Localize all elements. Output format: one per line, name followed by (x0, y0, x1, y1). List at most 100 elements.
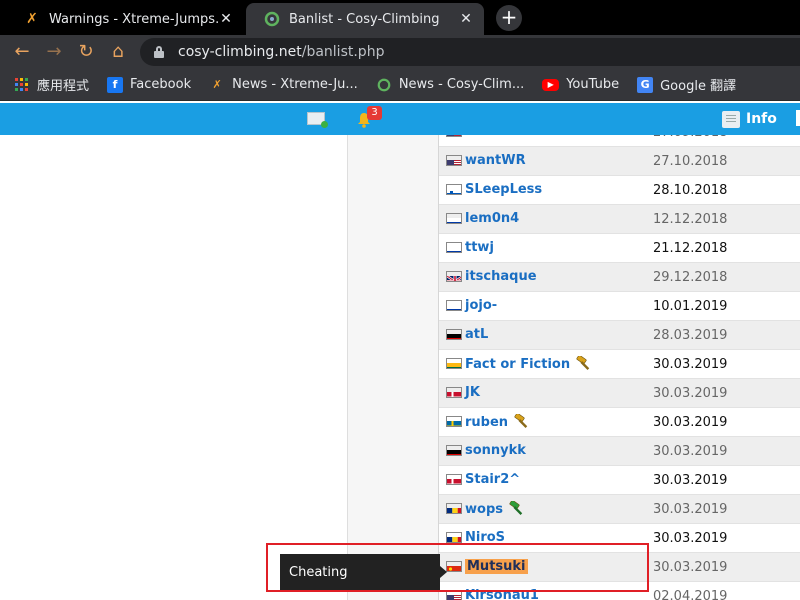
flag-si-icon (446, 184, 462, 195)
player-name-link[interactable]: wops (465, 499, 525, 517)
table-row: NiroS 30.03.2019 (439, 524, 800, 553)
ban-date: 28.10.2018 (653, 183, 728, 198)
player-name: ttwj (465, 240, 494, 255)
flag-de-icon (446, 329, 462, 340)
player-name-link[interactable]: sonnykk (465, 443, 526, 458)
player-name: lem0n4 (465, 211, 520, 226)
flag-dk-icon (446, 387, 462, 398)
tab-xtreme-jumps[interactable]: ✗ Warnings - Xtreme-Jumps.eu ✕ (6, 3, 244, 35)
player-name-link[interactable]: Mutsuki (465, 559, 528, 574)
table-row: Kirsonau1 02.04.2019 (439, 582, 800, 600)
player-name: SLeepLess (465, 182, 543, 197)
left-content-area (0, 135, 347, 600)
banlist-table: Pit 27.09.2018 wantWR 27.10.2018 SLeepLess 28… (438, 135, 800, 600)
player-name-link[interactable]: atL (465, 327, 488, 342)
facebook-icon: f (107, 76, 124, 93)
player-name-link[interactable]: wantWR (465, 153, 526, 168)
cosy-climbing-icon (264, 11, 280, 27)
ban-date: 12.12.2018 (653, 212, 728, 227)
ban-date: 30.03.2019 (653, 560, 728, 575)
home-icon[interactable]: ⌂ (107, 41, 129, 63)
player-name: Stair2^ (465, 472, 521, 487)
player-name-link[interactable]: Stair2^ (465, 472, 520, 487)
table-row: Pit 27.09.2018 (439, 135, 800, 147)
tab-cosy-climbing[interactable]: Banlist - Cosy-Climbing ✕ (246, 3, 484, 35)
bookmark-google-translate[interactable]: G Google 翻譯 (637, 75, 736, 94)
player-name: itschaque (465, 269, 537, 284)
browser-tab-strip: ✗ Warnings - Xtreme-Jumps.eu ✕ Banlist -… (0, 0, 800, 35)
player-name-link[interactable]: NiroS (465, 530, 505, 545)
ban-date: 29.12.2018 (653, 270, 728, 285)
table-row: ttwj 21.12.2018 (439, 234, 800, 263)
lock-icon (154, 46, 164, 58)
bookmark-cosy-climbing[interactable]: News - Cosy-Clim... (376, 77, 524, 93)
ban-date: 30.03.2019 (653, 444, 728, 459)
player-name: NiroS (465, 530, 506, 545)
close-icon[interactable]: ✕ (218, 11, 234, 27)
table-row: jojo- 10.01.2019 (439, 292, 800, 321)
url-text: cosy-climbing.net/banlist.php (178, 44, 385, 60)
ban-date: 30.03.2019 (653, 473, 728, 488)
player-name-link[interactable]: Kirsonau1 (465, 588, 539, 600)
flag-ru-icon (446, 300, 462, 311)
player-name-link[interactable]: JK (465, 385, 480, 400)
player-name: atL (465, 327, 489, 342)
player-name-link[interactable]: Fact or Fiction (465, 354, 592, 372)
site-header: Info (0, 103, 800, 135)
reload-icon[interactable]: ↻ (75, 41, 97, 63)
back-icon[interactable]: ← (11, 41, 33, 63)
player-name-link[interactable]: itschaque (465, 269, 537, 284)
player-name-link[interactable]: ruben (465, 412, 530, 430)
player-name: jojo- (465, 298, 498, 313)
table-row: Fact or Fiction 30.03.2019 (439, 350, 800, 379)
reason-tooltip: Cheating (280, 554, 447, 591)
bookmark-label: Facebook (130, 77, 192, 92)
table-row: atL 28.03.2019 (439, 321, 800, 350)
youtube-icon: ▶ (542, 78, 560, 91)
tab-title: Warnings - Xtreme-Jumps.eu (49, 11, 218, 27)
flag-us-icon (446, 135, 462, 137)
table-row: JK 30.03.2019 (439, 379, 800, 408)
table-row: itschaque 29.12.2018 (439, 263, 800, 292)
player-name-link[interactable]: lem0n4 (465, 211, 519, 226)
info-icon[interactable] (722, 111, 740, 128)
player-name-link[interactable]: jojo- (465, 298, 497, 313)
ban-hammer-icon (509, 499, 525, 515)
player-name-link[interactable]: Pit (465, 135, 485, 139)
bookmark-xtreme-jumps[interactable]: ✗ News - Xtreme-Ju... (209, 77, 358, 93)
middle-column (347, 135, 438, 600)
flag-ru-icon (446, 213, 462, 224)
player-name: ruben (465, 415, 509, 430)
flag-ru-icon (446, 242, 462, 253)
ban-date: 27.10.2018 (653, 154, 728, 169)
table-row: sonnykk 30.03.2019 (439, 437, 800, 466)
forward-icon[interactable]: → (43, 41, 65, 63)
address-bar[interactable]: cosy-climbing.net/banlist.php (140, 38, 800, 66)
xtreme-jumps-icon: ✗ (26, 11, 38, 27)
bookmark-facebook[interactable]: f Facebook (107, 76, 192, 93)
bookmark-apps[interactable]: 應用程式 (14, 75, 89, 94)
bookmarks-bar: 應用程式 f Facebook ✗ News - Xtreme-Ju... Ne… (0, 69, 800, 101)
player-name-link[interactable]: ttwj (465, 240, 494, 255)
ban-date: 10.01.2019 (653, 299, 728, 314)
bookmark-youtube[interactable]: ▶ YouTube (542, 77, 619, 92)
player-name: Mutsuki (467, 559, 526, 574)
table-row: wops 30.03.2019 (439, 495, 800, 524)
close-icon[interactable]: ✕ (458, 11, 474, 27)
ban-date: 28.03.2019 (653, 328, 728, 343)
ban-hammer-icon (576, 354, 592, 370)
player-name-link[interactable]: SLeepLess (465, 182, 542, 197)
new-tab-button[interactable]: + (496, 5, 522, 31)
ban-date: 30.03.2019 (653, 386, 728, 401)
player-name: Fact or Fiction (465, 357, 571, 372)
ban-date: 30.03.2019 (653, 502, 728, 517)
flag-cn-icon (446, 561, 462, 572)
bookmark-label: News - Cosy-Clim... (398, 77, 525, 92)
flag-us-icon (446, 155, 462, 166)
menu-icon[interactable] (796, 110, 800, 126)
ban-date: 30.03.2019 (653, 415, 728, 430)
cosy-climbing-icon (376, 77, 392, 93)
table-row: SLeepLess 28.10.2018 (439, 176, 800, 205)
messages-icon[interactable] (307, 112, 328, 128)
info-link[interactable]: Info (746, 111, 777, 127)
